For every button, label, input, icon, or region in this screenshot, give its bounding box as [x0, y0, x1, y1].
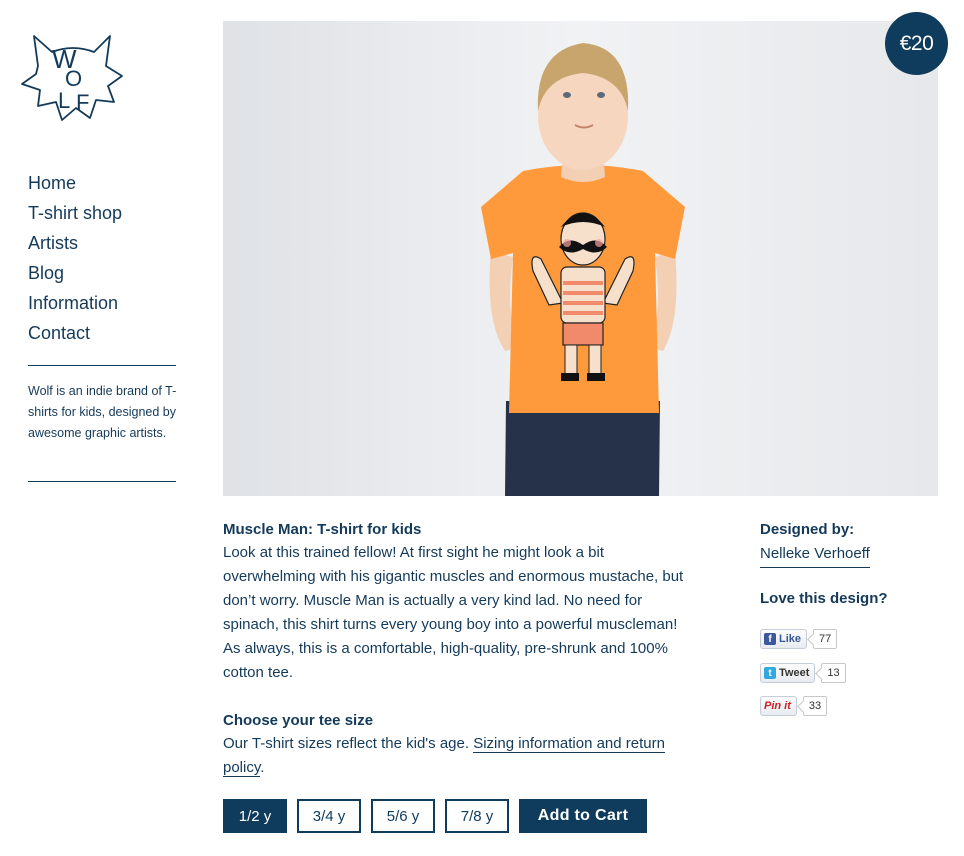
love-design-label: Love this design?: [760, 590, 888, 607]
tweet-button[interactable]: t Tweet: [760, 663, 816, 683]
product-details: Muscle Man: T-shirt for kids Look at thi…: [223, 519, 703, 780]
wolf-logo[interactable]: W O L F: [18, 30, 128, 122]
tweet-label: Tweet: [779, 667, 810, 679]
nav-item-artists[interactable]: Artists: [28, 228, 122, 258]
facebook-like-widget: f Like 77: [760, 629, 838, 649]
divider: [28, 481, 176, 482]
pinterest-widget: p Pin it 33: [760, 696, 828, 716]
nav-item-contact[interactable]: Contact: [28, 318, 122, 348]
size-selector: 1/2 y 3/4 y 5/6 y 7/8 y Add to Cart: [223, 799, 647, 833]
twitter-icon: t: [764, 667, 776, 679]
size-button-1-2y[interactable]: 1/2 y: [223, 799, 287, 833]
logo-letter-f: F: [76, 90, 89, 115]
designer-link[interactable]: Nelleke Verhoeff: [760, 541, 870, 568]
designer-panel: Designed by: Nelleke Verhoeff Love this …: [760, 519, 950, 610]
tweet-widget: t Tweet 13: [760, 663, 846, 683]
pin-count: 33: [802, 696, 828, 716]
product-description: Look at this trained fellow! At first si…: [223, 544, 684, 681]
pin-it-button[interactable]: p Pin it: [760, 696, 797, 716]
designed-by-label: Designed by:: [760, 521, 855, 538]
size-button-5-6y[interactable]: 5/6 y: [371, 799, 435, 833]
price-badge: €20: [885, 12, 948, 75]
brand-blurb: Wolf is an indie brand of T-shirts for k…: [28, 384, 177, 440]
size-info-suffix: .: [260, 759, 265, 776]
product-photo: [223, 21, 938, 496]
facebook-icon: f: [764, 633, 776, 645]
nav-item-tshirt-shop[interactable]: T-shirt shop: [28, 198, 122, 228]
size-heading: Choose your tee size: [223, 712, 374, 729]
nav-item-information[interactable]: Information: [28, 288, 122, 318]
product-image: [223, 21, 938, 496]
nav-item-home[interactable]: Home: [28, 168, 122, 198]
add-to-cart-button[interactable]: Add to Cart: [519, 799, 647, 833]
size-button-7-8y[interactable]: 7/8 y: [445, 799, 509, 833]
facebook-like-count: 77: [813, 629, 838, 649]
logo-letter-l: L: [58, 88, 70, 113]
size-info-text: Our T-shirt sizes reflect the kid's age.: [223, 735, 470, 752]
main-nav: Home T-shirt shop Artists Blog Informati…: [28, 168, 122, 348]
facebook-like-label: Like: [779, 633, 802, 645]
product-title: Muscle Man: T-shirt for kids: [223, 521, 422, 538]
size-button-3-4y[interactable]: 3/4 y: [297, 799, 361, 833]
nav-item-blog[interactable]: Blog: [28, 258, 122, 288]
tweet-count: 13: [821, 663, 846, 683]
pin-it-label: Pin it: [764, 700, 791, 712]
size-info: Our T-shirt sizes reflect the kid's age.…: [223, 732, 703, 780]
facebook-like-button[interactable]: f Like: [760, 629, 808, 649]
wolf-logo-icon: W O L F: [21, 35, 123, 121]
divider: [28, 365, 176, 366]
